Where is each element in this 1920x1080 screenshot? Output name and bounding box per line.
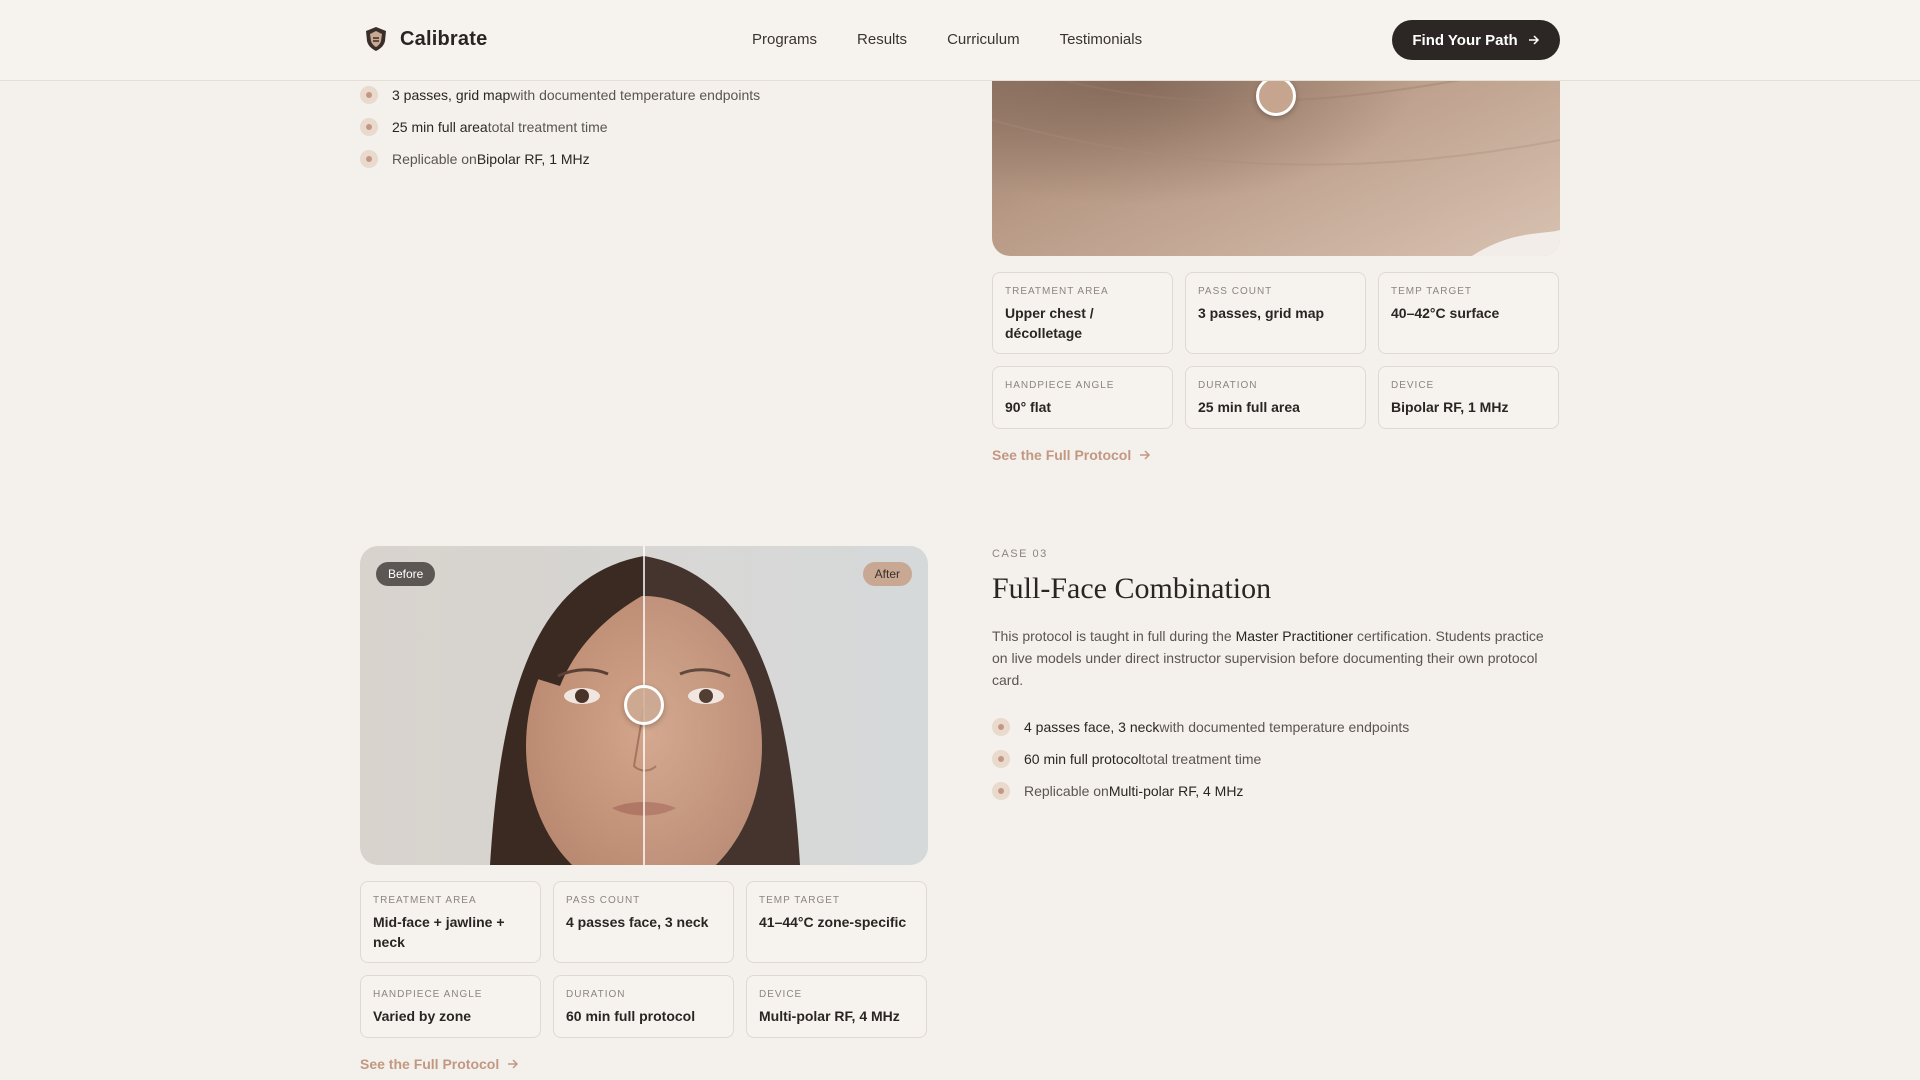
case03-highlights: 4 passes face, 3 neck with documented te… [992, 711, 1409, 807]
stat-label: Device [1391, 380, 1435, 391]
stat-card: Handpiece Angle Varied by zone [360, 975, 541, 1038]
stat-value: 25 min full area [1198, 399, 1300, 415]
list-item: 3 passes, grid map with documented tempe… [360, 79, 760, 111]
case-title: Full-Face Combination [992, 572, 1272, 605]
stat-value: 40–42°C surface [1391, 305, 1500, 321]
dot-icon [360, 150, 378, 168]
bullet-text: total treatment time [1141, 751, 1262, 767]
case-number-label: CASE 03 [992, 548, 1048, 560]
find-your-path-button[interactable]: Find Your Path [1392, 20, 1560, 60]
stat-label: Duration [1198, 380, 1258, 391]
before-badge: Before [376, 562, 436, 586]
nav-link-programs[interactable]: Programs [752, 31, 817, 48]
dot-icon [360, 118, 378, 136]
stat-value: 3 passes, grid map [1198, 305, 1325, 321]
arrow-right-icon [1140, 450, 1151, 460]
stat-card: Duration 25 min full area [1185, 366, 1366, 429]
stat-label: Treatment Area [373, 895, 477, 906]
dot-icon [360, 86, 378, 104]
bullet-text: Replicable on [1024, 783, 1109, 799]
link-label: See the Full Protocol [360, 1056, 500, 1072]
stat-value: Upper chest / décolletage [1005, 305, 1094, 341]
bullet-strong: Multi-polar RF, 4 MHz [1108, 783, 1244, 799]
case02-stats-grid: Treatment Area Upper chest / décolletage … [992, 272, 1559, 429]
brand-name: Calibrate [400, 27, 488, 50]
top-navigation: Calibrate Programs Results Curriculum Te… [0, 0, 1920, 81]
bullet-strong: 3 passes, grid map [392, 87, 511, 103]
arrow-right-icon [508, 1059, 519, 1069]
list-item: Replicable on Multi-polar RF, 4 MHz [992, 775, 1409, 807]
bullet-strong: 25 min full area [392, 119, 488, 135]
stat-label: Duration [566, 989, 626, 1000]
stat-label: Pass Count [566, 895, 641, 906]
stat-card: Pass Count 3 passes, grid map [1185, 272, 1366, 354]
stat-label: Treatment Area [1005, 286, 1109, 297]
comparison-slider-handle[interactable] [1256, 76, 1296, 116]
nav-link-testimonials[interactable]: Testimonials [1060, 31, 1143, 48]
stat-label: Device [759, 989, 803, 1000]
case03-full-protocol-link[interactable]: See the Full Protocol [360, 1056, 519, 1072]
stat-card: Handpiece Angle 90° flat [992, 366, 1173, 429]
case02-full-protocol-link[interactable]: See the Full Protocol [992, 447, 1151, 463]
stat-label: Handpiece Angle [373, 989, 483, 1000]
case-description: This protocol is taught in full during t… [992, 625, 1560, 691]
stat-card: Treatment Area Mid-face + jawline + neck [360, 881, 541, 963]
bullet-strong: Bipolar RF, 1 MHz [476, 151, 590, 167]
link-label: See the Full Protocol [992, 447, 1132, 463]
bullet-strong: 60 min full protocol [1024, 751, 1142, 767]
stat-card: Temp Target 40–42°C surface [1378, 272, 1559, 354]
list-item: 4 passes face, 3 neck with documented te… [992, 711, 1409, 743]
list-item: Replicable on Bipolar RF, 1 MHz [360, 143, 760, 175]
nav-links: Programs Results Curriculum Testimonials [752, 31, 1142, 48]
stat-value: 41–44°C zone-specific [759, 914, 907, 930]
stat-value: 60 min full protocol [566, 1008, 696, 1024]
cta-label: Find Your Path [1412, 31, 1518, 49]
stat-value: 4 passes face, 3 neck [566, 914, 709, 930]
dot-icon [992, 750, 1010, 768]
stat-label: Pass Count [1198, 286, 1273, 297]
bullet-strong: 4 passes face, 3 neck [1024, 719, 1160, 735]
stat-card: Treatment Area Upper chest / décolletage [992, 272, 1173, 354]
stat-card: Device Bipolar RF, 1 MHz [1378, 366, 1559, 429]
brand-logo[interactable]: Calibrate [364, 26, 487, 52]
bullet-text: Replicable on [392, 151, 477, 167]
stat-card: Temp Target 41–44°C zone-specific [746, 881, 927, 963]
list-item: 25 min full area total treatment time [360, 111, 760, 143]
dot-icon [992, 782, 1010, 800]
stat-value: Mid-face + jawline + neck [373, 914, 505, 950]
desc-text: This protocol is taught in full during t… [992, 628, 1236, 644]
case02-highlights: 3 passes, grid map with documented tempe… [360, 79, 760, 175]
dot-icon [992, 718, 1010, 736]
desc-highlight: Master Practitioner [1235, 628, 1354, 644]
shield-logo-icon [366, 27, 386, 51]
stat-card: Pass Count 4 passes face, 3 neck [553, 881, 734, 963]
nav-link-curriculum[interactable]: Curriculum [947, 31, 1020, 48]
stat-label: Temp Target [1391, 286, 1473, 297]
case03-comparison-image[interactable]: Before After [360, 546, 928, 865]
arrow-right-icon [1528, 35, 1539, 45]
list-item: 60 min full protocol total treatment tim… [992, 743, 1409, 775]
stat-value: Bipolar RF, 1 MHz [1391, 399, 1509, 415]
stat-label: Handpiece Angle [1005, 380, 1115, 391]
bullet-text: total treatment time [487, 119, 608, 135]
stat-value: Varied by zone [373, 1008, 472, 1024]
bullet-text: with documented temperature endpoints [510, 87, 761, 103]
stat-value: 90° flat [1005, 399, 1052, 415]
after-badge: After [862, 562, 912, 586]
stat-value: Multi-polar RF, 4 MHz [759, 1008, 900, 1024]
case03-stats-grid: Treatment Area Mid-face + jawline + neck … [360, 881, 927, 1038]
nav-link-results[interactable]: Results [857, 31, 907, 48]
bullet-text: with documented temperature endpoints [1159, 719, 1410, 735]
stat-label: Temp Target [759, 895, 841, 906]
stat-card: Duration 60 min full protocol [553, 975, 734, 1038]
comparison-slider-handle[interactable] [624, 685, 664, 725]
stat-card: Device Multi-polar RF, 4 MHz [746, 975, 927, 1038]
